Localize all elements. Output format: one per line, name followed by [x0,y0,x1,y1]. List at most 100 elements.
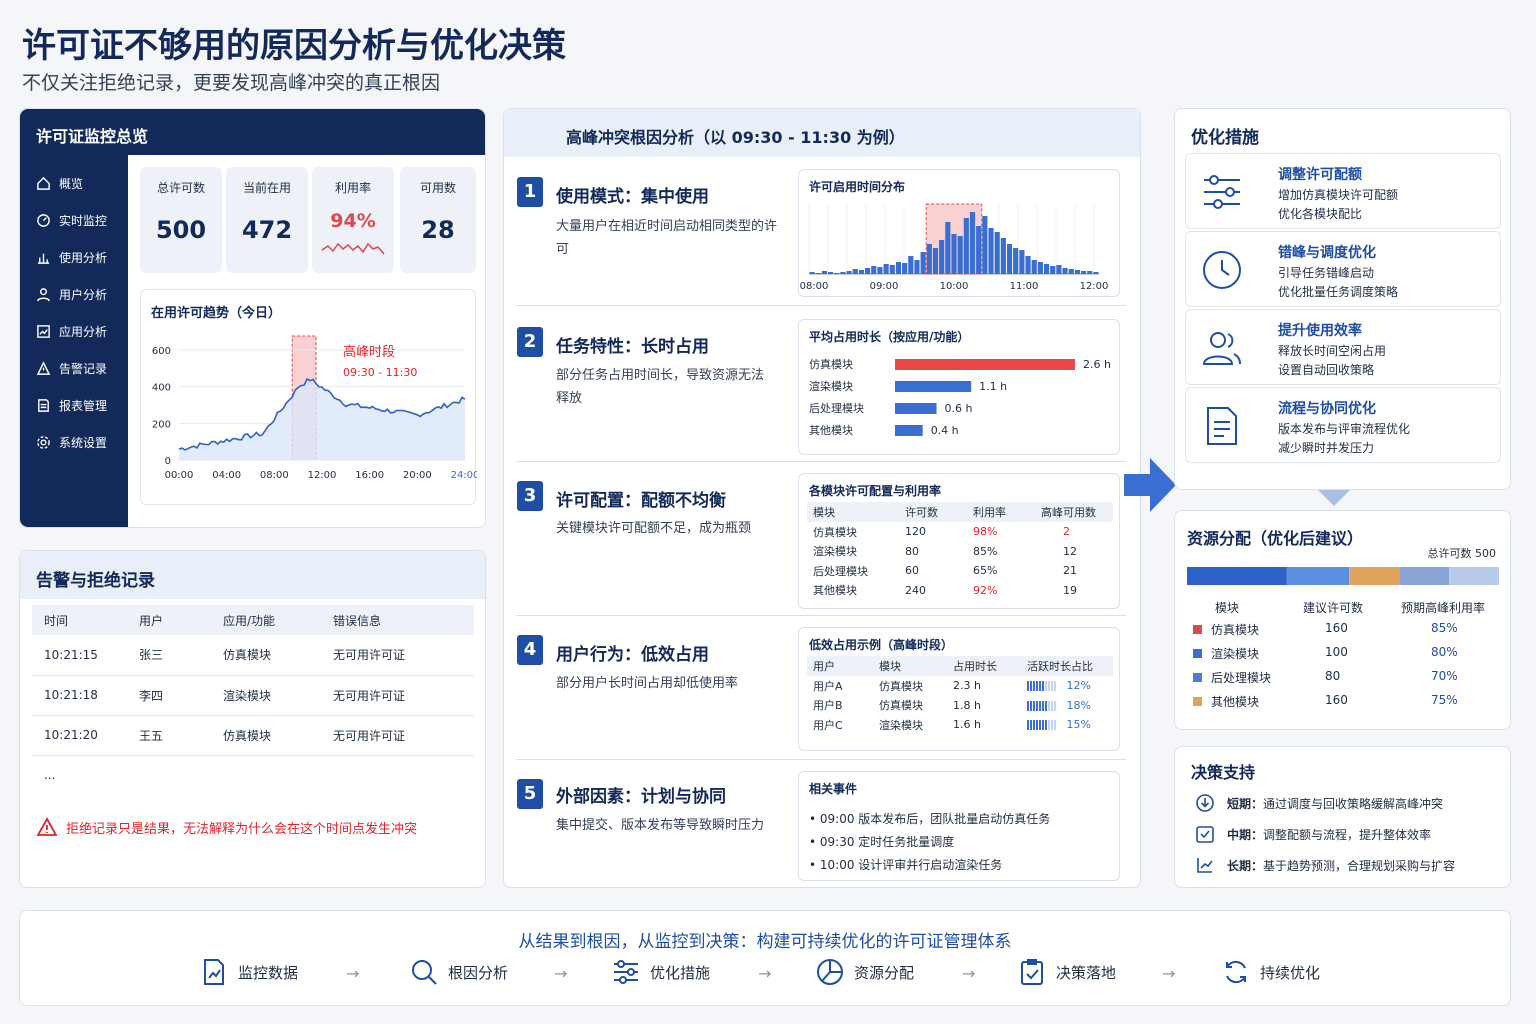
cause-number-2: 2 [517,327,543,357]
histogram-bar [988,228,994,274]
alloc-col-util: 预期高峰利用率 [1401,601,1486,615]
event-item: • 09:30 定时任务批量调度 [809,835,955,849]
alloc-col-module: 模块 [1215,601,1240,615]
peak-range: 09:30 - 11:30 [343,366,417,379]
col-time: 时间 [32,605,127,635]
histogram-bar [1019,250,1025,274]
cause-title-2: 任务特性：长时占用 [556,337,709,357]
table-row[interactable]: 10:21:20 王五 仿真模块 无可用许可证 [32,715,474,756]
alloc-col-count: 建议许可数 [1303,601,1364,615]
footer-slogan: 从结果到根因，从监控到决策：构建可持续优化的许可证管理体系 [518,932,1012,952]
histogram-bar [1087,271,1093,274]
col-error: 错误信息 [321,605,474,635]
allocation-segment [1286,567,1350,585]
flow-step-decision: 决策落地 [1018,958,1116,986]
config-title: 各模块许可配置与利用率 [809,484,942,498]
x-tick-label: 08:00 [260,470,289,481]
duration-category: 仿真模块 [809,357,853,371]
ratio-cell: 18% [1021,696,1113,716]
histogram-bar [895,262,902,274]
optimize-title: 优化措施 [1191,128,1259,148]
sliders-icon [614,960,638,984]
duration-cell: 2.3 h [953,679,981,693]
duration-bar [895,359,1075,370]
allocation-panel: 资源分配（优化后建议） 总许可数 500 模块 建议许可数 预期高峰利用率 仿真… [1174,510,1511,730]
flow-arrow-icon: → [962,964,976,983]
events-panel: 相关事件 • 09:00 版本发布后，团队批量启动仿真任务 • 09:30 定时… [798,771,1120,881]
x-tick-label: 24:00 [451,470,477,481]
list-item: 其他模块 160 75% [1175,691,1512,713]
sidebar-item-apps[interactable]: 应用分析 [20,313,128,350]
overview-panel: 许可证监控总览 概览 实时监控 使用分析 用户分析 应用分析 告警记录 报表管理… [19,108,486,528]
duration-category: 渲染模块 [809,379,853,393]
sidebar-item-alerts[interactable]: 告警记录 [20,350,128,387]
histogram-bar [883,264,889,274]
duration-label: 2.6 h [1083,358,1111,371]
histogram-bar [1062,268,1068,274]
table-row[interactable]: 10:21:15 张三 仿真模块 无可用许可证 [32,635,474,676]
allocation-segment [1399,567,1450,585]
duration-category: 后处理模块 [809,402,864,415]
flow-arrow-icon: → [758,964,772,983]
sidebar-item-reports[interactable]: 报表管理 [20,387,128,424]
histogram-bar [1080,271,1087,274]
ratio-bar [1027,700,1056,711]
alerts-title: 告警与拒绝记录 [20,551,485,599]
histogram-bar [821,271,828,274]
ratio-cell: 12% [1021,676,1113,696]
histogram-bar [889,265,895,274]
legend-swatch [1193,625,1202,634]
list-item: 仿真模块 160 85% [1175,619,1512,641]
cause-title-3: 许可配置：配额不均衡 [556,491,726,511]
histogram-bar [1068,269,1074,274]
histogram-bar [834,273,840,274]
histogram-bar [976,226,982,274]
pie-chart-icon [817,959,843,985]
histogram-title: 许可启用时间分布 [809,180,906,194]
histogram-bar [908,256,914,274]
optimize-item-schedule[interactable]: 错峰与调度优化 引导任务错峰启动 优化批量任务调度策略 [1185,231,1501,307]
sidebar-item-settings[interactable]: 系统设置 [20,424,128,461]
table-row: 仿真模块 120 98% 2 [813,525,1070,539]
histogram-bar [871,266,877,274]
table-row[interactable]: 10:21:18 李四 渲染模块 无可用许可证 [32,675,474,716]
table-row: 渲染模块 80 85% 12 [813,544,1077,559]
histogram-bar [828,272,834,274]
cause-desc-4: 部分用户长时间占用却低使用率 [556,676,739,691]
overview-title: 许可证监控总览 [20,109,485,155]
sidebar-item-users[interactable]: 用户分析 [20,276,128,313]
allocation-segment [1349,567,1400,585]
more-rows: ... [44,768,56,783]
cause-desc-5: 集中提交、版本发布等导致瞬时压力 [556,818,765,833]
duration-bar [895,381,972,392]
sidebar-item-monitor[interactable]: 实时监控 [20,202,128,239]
optimize-item-efficiency[interactable]: 提升使用效率 释放长时间空闲占用 设置自动回收策略 [1185,309,1501,385]
warning-icon [36,817,58,836]
y-tick-label: 400 [152,383,171,394]
cause-desc-2: 部分任务占用时间长，导致资源无法释放 [556,368,765,406]
optimize-item-process[interactable]: 流程与协同优化 版本发布与评审流程优化 减少瞬时并发压力 [1185,387,1501,463]
flow-arrow-icon: → [554,964,568,983]
optimize-panel: 优化措施 调整许可配额 增加仿真模块许可配额 优化各模块配比 错峰与调度优化 引导… [1174,108,1511,490]
histogram-bar [1013,248,1019,274]
trend-chart: 600 400 200 0 00:00 04:00 08:00 12:00 16:00 20:00… [152,335,477,481]
cause-number-3: 3 [517,481,543,511]
histogram-bar [932,248,939,274]
module-cell: 仿真模块 [879,699,923,713]
flow-step-allocation: 资源分配 [816,958,914,986]
histogram-bar [1031,260,1037,274]
cause-desc-1: 大量用户在相近时间启动相同类型的许可 [556,219,778,257]
optimize-item-quota[interactable]: 调整许可配额 增加仿真模块许可配额 优化各模块配比 [1185,153,1501,229]
x-tick-label: 16:00 [355,470,384,481]
flow-step-continuous: 持续优化 [1222,958,1320,986]
table-row: 后处理模块 60 65% 21 [813,564,1077,578]
sidebar-item-overview[interactable]: 概览 [20,165,128,202]
histogram-bar [852,269,858,274]
sidebar-item-usage[interactable]: 使用分析 [20,239,128,276]
decision-item-long: 长期：基于趋势预测，合理规划采购与扩容 [1195,855,1455,875]
histogram-bar [1006,244,1013,274]
alerts-warning: 拒绝记录只是结果，无法解释为什么会在这个时间点发生冲突 [36,817,417,837]
report-icon [38,399,49,412]
duration-bar [895,403,937,414]
stat-inuse: 当前在用 472 [226,167,308,273]
